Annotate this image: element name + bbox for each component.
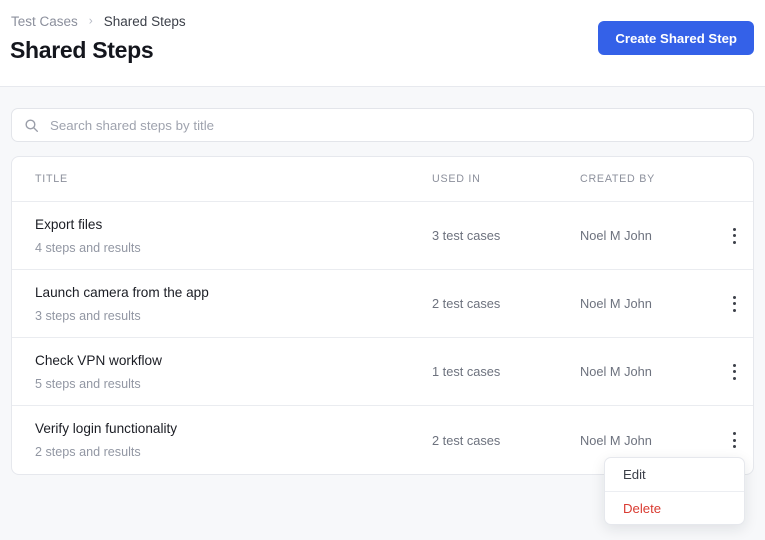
shared-step-title[interactable]: Verify login functionality (35, 420, 432, 438)
shared-step-subtitle: 5 steps and results (35, 376, 141, 391)
breadcrumb: Test Cases › Shared Steps (11, 13, 186, 30)
cell-created-by: Noel M John (580, 364, 652, 379)
kebab-menu-icon[interactable] (723, 223, 745, 249)
cell-used-in: 2 test cases (432, 432, 501, 448)
context-menu-item-edit[interactable]: Edit (605, 458, 744, 491)
column-header-title: TITLE (35, 173, 68, 185)
page-title: Shared Steps (10, 37, 154, 63)
cell-title: Verify login functionality 2 steps and r… (12, 420, 432, 460)
column-header-created-by: CREATED BY (580, 173, 656, 185)
kebab-dot (732, 445, 736, 448)
cell-actions (720, 270, 753, 337)
shared-steps-table: TITLE USED IN CREATED BY Export files 4 … (11, 156, 754, 475)
shared-step-subtitle: 4 steps and results (35, 240, 141, 255)
search-input[interactable] (50, 117, 741, 133)
row-context-menu: Edit Delete (604, 457, 745, 525)
table-row[interactable]: Check VPN workflow 5 steps and results 1… (12, 338, 753, 406)
table-row[interactable]: Launch camera from the app 3 steps and r… (12, 270, 753, 338)
cell-title: Check VPN workflow 5 steps and results (12, 352, 432, 392)
kebab-dot (732, 234, 736, 237)
kebab-dot (732, 295, 736, 299)
kebab-dot (732, 376, 736, 380)
chevron-right-icon: › (88, 13, 93, 28)
cell-used-in: 2 test cases (432, 296, 501, 311)
cell-title: Export files 4 steps and results (12, 216, 432, 256)
kebab-dot (732, 432, 736, 435)
shared-step-title[interactable]: Export files (35, 216, 432, 234)
table-row[interactable]: Export files 4 steps and results 3 test … (12, 202, 753, 270)
kebab-dot (732, 227, 736, 231)
kebab-dot (732, 302, 736, 305)
table-header-row: TITLE USED IN CREATED BY (12, 157, 753, 202)
column-header-used-in: USED IN (432, 173, 481, 185)
kebab-dot (732, 240, 736, 244)
kebab-dot (732, 438, 736, 442)
cell-used-in: 1 test cases (432, 364, 501, 379)
breadcrumb-item-test-cases[interactable]: Test Cases (11, 13, 78, 30)
shared-step-subtitle: 2 steps and results (35, 445, 141, 459)
kebab-dot (732, 308, 736, 312)
shared-step-title[interactable]: Check VPN workflow (35, 352, 432, 370)
cell-created-by: Noel M John (580, 296, 652, 311)
search-icon (25, 118, 39, 132)
breadcrumb-item-shared-steps[interactable]: Shared Steps (104, 13, 186, 30)
cell-used-in: 3 test cases (432, 228, 501, 243)
cell-actions (720, 338, 753, 405)
kebab-dot (732, 370, 736, 373)
cell-created-by: Noel M John (580, 432, 652, 448)
kebab-menu-icon[interactable] (723, 427, 745, 453)
kebab-menu-icon[interactable] (723, 359, 745, 385)
context-menu-item-delete[interactable]: Delete (605, 491, 744, 524)
page-header: Test Cases › Shared Steps Shared Steps C… (0, 0, 765, 87)
search-bar[interactable] (11, 108, 754, 142)
create-shared-step-button[interactable]: Create Shared Step (598, 21, 754, 55)
kebab-menu-icon[interactable] (723, 291, 745, 317)
cell-actions (720, 202, 753, 269)
column-header-actions (720, 157, 753, 201)
shared-step-title[interactable]: Launch camera from the app (35, 284, 432, 302)
cell-created-by: Noel M John (580, 228, 652, 243)
kebab-dot (732, 363, 736, 367)
cell-title: Launch camera from the app 3 steps and r… (12, 284, 432, 324)
shared-step-subtitle: 3 steps and results (35, 308, 141, 323)
